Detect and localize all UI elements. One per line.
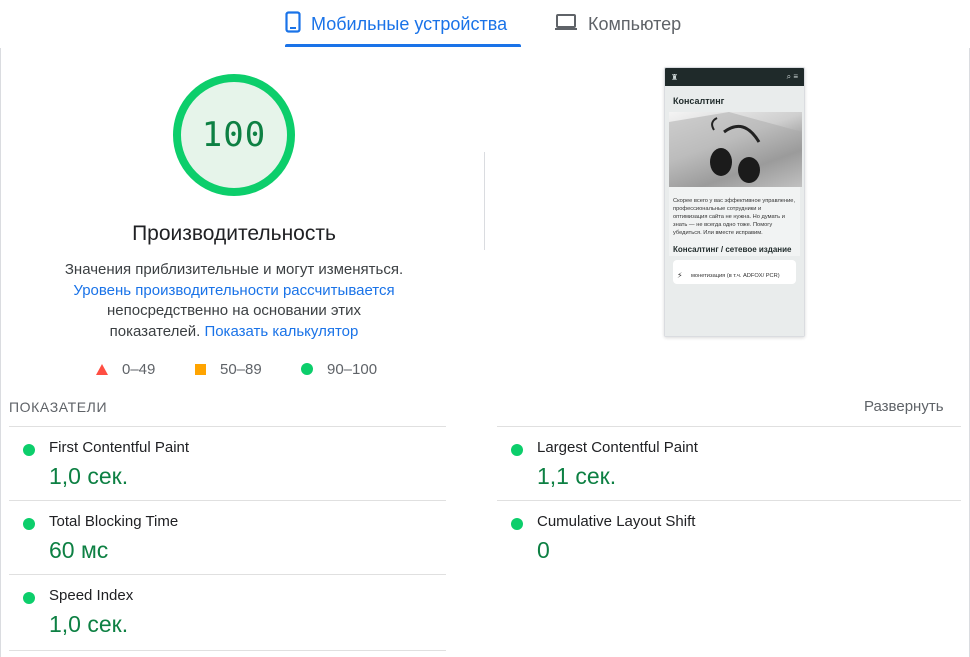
description-line-1: Значения приблизительные и могут изменят… xyxy=(64,261,404,278)
metric-name: Cumulative Layout Shift xyxy=(537,513,696,530)
preview-menu-icon: ⌕ ≡ xyxy=(786,72,798,81)
divider xyxy=(9,650,446,651)
divider xyxy=(497,500,961,501)
headset-image xyxy=(669,112,802,187)
description-line-3: показателей. xyxy=(109,322,201,340)
metric-value: 1,0 сек. xyxy=(49,611,129,637)
legend-range-good: 90–100 xyxy=(327,360,378,378)
legend-item-good: 90–100 xyxy=(301,360,377,378)
metric-value: 1,1 сек. xyxy=(537,463,617,489)
performance-score-value: 100 xyxy=(201,115,267,155)
metric-speed-index: Speed Index 1,0 сек. xyxy=(9,576,446,648)
metric-value: 1,0 сек. xyxy=(49,463,129,489)
square-icon xyxy=(195,363,206,375)
description-line-2: непосредственно на основании этих xyxy=(107,302,361,319)
preview-subheading: Консалтинг / сетевое издание xyxy=(669,241,800,256)
show-calculator-link[interactable]: Показать калькулятор xyxy=(204,323,358,340)
metric-name: Largest Contentful Paint xyxy=(537,439,698,456)
tab-mobile[interactable]: Мобильные устройства xyxy=(285,0,521,48)
expand-button[interactable]: Развернуть xyxy=(864,398,944,415)
legend-item-average: 50–89 xyxy=(195,360,262,378)
tab-desktop[interactable]: Компьютер xyxy=(554,0,704,48)
good-status-icon xyxy=(511,518,523,530)
metric-name: Total Blocking Time xyxy=(49,513,179,530)
performance-calculation-link[interactable]: Уровень производительности рассчитываетс… xyxy=(73,282,394,299)
legend-range-poor: 0–49 xyxy=(122,360,156,378)
active-tab-indicator xyxy=(285,44,521,47)
metrics-section-label: ПОКАЗАТЕЛИ xyxy=(9,399,108,415)
vertical-divider xyxy=(484,152,485,250)
metric-name: First Contentful Paint xyxy=(49,439,190,456)
preview-logo-icon: ♜ xyxy=(671,72,679,82)
divider xyxy=(9,500,446,501)
good-status-icon xyxy=(23,592,35,604)
performance-score-gauge: 100 xyxy=(173,74,295,196)
divider xyxy=(9,574,446,575)
preview-card-text: монетизация (в т.ч. ADFOX/ PCR) xyxy=(691,273,780,279)
good-status-icon xyxy=(23,518,35,530)
metric-value: 60 мс xyxy=(49,537,109,563)
page-screenshot-preview: ♜ ⌕ ≡ Консалтинг Скорее всего у вас эффе… xyxy=(664,67,805,337)
performance-title: Производительность xyxy=(132,222,336,245)
tab-desktop-label: Компьютер xyxy=(588,13,682,34)
metric-name: Speed Index xyxy=(49,587,134,604)
preview-heading: Консалтинг xyxy=(673,96,725,106)
tab-mobile-label: Мобильные устройства xyxy=(311,13,508,34)
legend-item-poor: 0–49 xyxy=(96,360,155,378)
metric-first-contentful-paint: First Contentful Paint 1,0 сек. xyxy=(9,428,446,500)
preview-card: ⚡ монетизация (в т.ч. ADFOX/ PCR) xyxy=(673,260,796,284)
metric-total-blocking-time: Total Blocking Time 60 мс xyxy=(9,502,446,574)
preview-body: Консалтинг Скорее всего у вас эффективно… xyxy=(665,86,804,336)
lightning-icon: ⚡ xyxy=(677,271,683,280)
good-status-icon xyxy=(511,444,523,456)
preview-paragraph: Скорее всего у вас эффективное управлени… xyxy=(669,187,800,241)
good-status-icon xyxy=(23,444,35,456)
metric-value: 0 xyxy=(537,537,550,563)
score-description: Значения приблизительные и могут изменят… xyxy=(44,260,424,342)
legend-range-average: 50–89 xyxy=(220,360,262,378)
divider xyxy=(497,426,961,427)
metric-cumulative-layout-shift: Cumulative Layout Shift 0 xyxy=(497,502,961,574)
metric-largest-contentful-paint: Largest Contentful Paint 1,1 сек. xyxy=(497,428,961,500)
divider xyxy=(9,426,446,427)
device-tabs: Мобильные устройства Компьютер xyxy=(0,0,970,48)
smartphone-icon xyxy=(285,10,301,38)
circle-icon xyxy=(301,363,313,375)
laptop-icon xyxy=(554,13,578,36)
triangle-icon xyxy=(96,363,108,375)
preview-header-bar: ♜ ⌕ ≡ xyxy=(665,68,804,86)
